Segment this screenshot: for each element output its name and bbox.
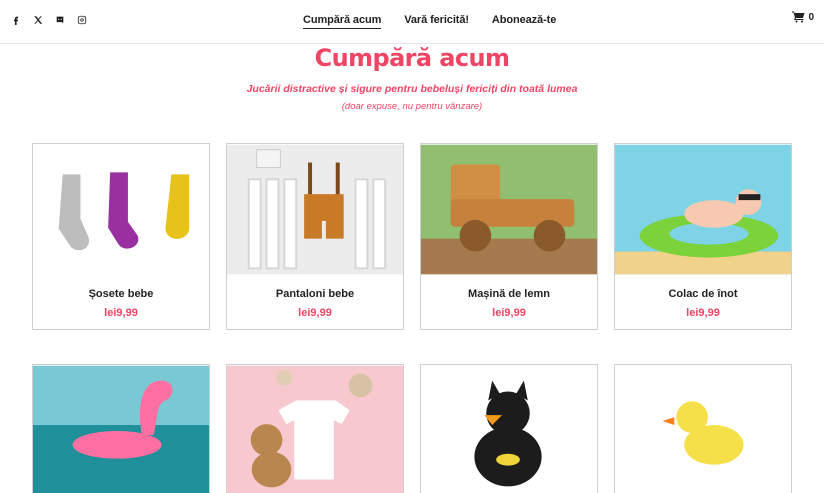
top-bar: Cumpără acum Vară fericită! Abonează-te …: [0, 0, 824, 44]
social-links: [9, 13, 89, 27]
nav-item-cumpara-acum[interactable]: Cumpără acum: [303, 14, 381, 29]
product-card[interactable]: [420, 364, 598, 493]
facebook-icon[interactable]: [9, 13, 23, 27]
nav-item-aboneaza-te[interactable]: Abonează-te: [492, 14, 556, 29]
product-card[interactable]: [226, 364, 404, 493]
product-image-swim-ring: [615, 144, 791, 275]
product-name: Colac de înot: [668, 288, 738, 300]
main-nav: Cumpără acum Vară fericită! Abonează-te: [303, 14, 556, 29]
product-card[interactable]: Șosete bebe lei9,99: [32, 143, 210, 330]
page-note: (doar expuse, nu pentru vânzare): [341, 101, 483, 112]
cart-count: 0: [808, 11, 814, 23]
product-card[interactable]: Pantaloni bebe lei9,99: [226, 143, 404, 330]
cart-button[interactable]: 0: [792, 11, 814, 23]
product-card[interactable]: [614, 364, 792, 493]
product-name: Șosete bebe: [88, 288, 154, 300]
product-image-baby-outfit: [227, 365, 403, 493]
product-image-rubber-duck: [615, 365, 791, 493]
discord-icon[interactable]: [53, 13, 67, 27]
product-name: Mașină de lemn: [468, 288, 550, 300]
product-price: lei9,99: [104, 307, 138, 319]
nav-item-vara-fericita[interactable]: Vară fericită!: [404, 14, 469, 29]
product-image-pants: [227, 144, 403, 275]
product-price: lei9,99: [492, 307, 526, 319]
product-image-wooden-car: [421, 144, 597, 275]
product-image-bat-duck: [421, 365, 597, 493]
instagram-icon[interactable]: [75, 13, 89, 27]
x-icon[interactable]: [31, 13, 45, 27]
page-title: Cumpără acum: [314, 44, 510, 72]
page-subtitle: Jucării distractive și sigure pentru beb…: [246, 83, 578, 95]
product-card[interactable]: Mașină de lemn lei9,99: [420, 143, 598, 330]
product-card[interactable]: Colac de înot lei9,99: [614, 143, 792, 330]
product-name: Pantaloni bebe: [275, 288, 355, 300]
product-image-flamingo-float: [33, 365, 209, 493]
product-price: lei9,99: [686, 307, 720, 319]
product-card[interactable]: [32, 364, 210, 493]
cart-icon: [792, 11, 805, 23]
product-image-socks: [33, 144, 209, 275]
product-price: lei9,99: [298, 307, 332, 319]
